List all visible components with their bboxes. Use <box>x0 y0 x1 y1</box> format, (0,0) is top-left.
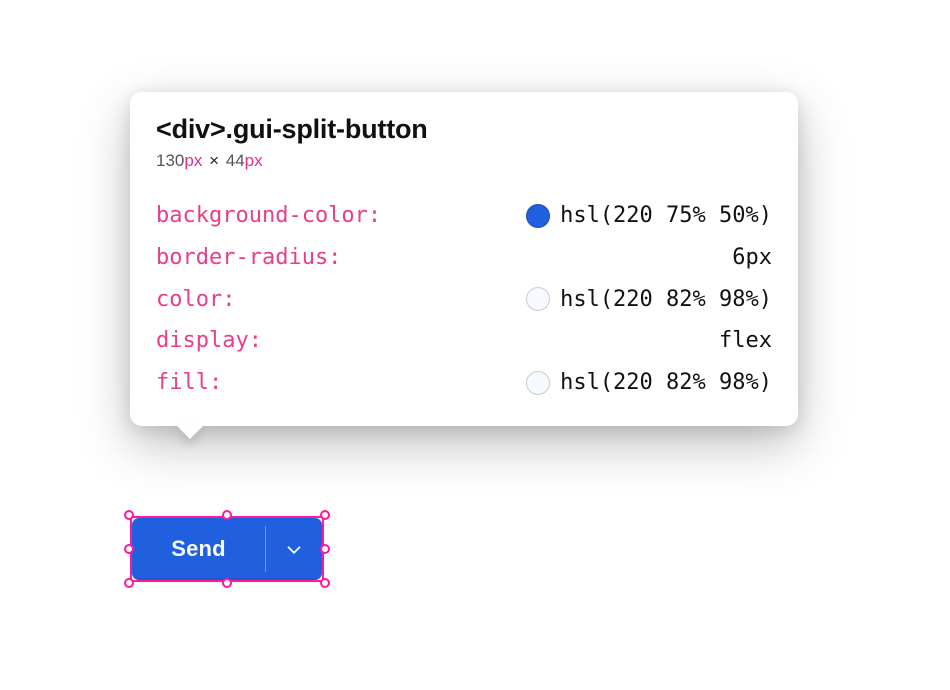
css-prop-value: hsl(220 82% 98%) <box>560 362 772 404</box>
element-class: .gui-split-button <box>226 114 428 144</box>
dim-separator: × <box>209 151 219 170</box>
css-prop-name: fill: <box>156 362 222 404</box>
resize-handle-bottom-right[interactable] <box>320 578 330 588</box>
resize-handle-top-left[interactable] <box>124 510 134 520</box>
css-properties-list: background-color:hsl(220 75% 50%)border-… <box>156 195 772 404</box>
css-property-row: fill: hsl(220 82% 98%) <box>156 362 772 404</box>
resize-handle-top-right[interactable] <box>320 510 330 520</box>
send-button[interactable]: Send <box>132 518 265 580</box>
resize-handle-bottom-left[interactable] <box>124 578 134 588</box>
css-property-row: border-radius: 6px <box>156 237 772 279</box>
css-prop-name: background-color: <box>156 195 381 237</box>
css-prop-value: hsl(220 75% 50%) <box>560 195 772 237</box>
split-button-dropdown[interactable] <box>266 518 322 580</box>
color-swatch <box>526 287 550 311</box>
tooltip-title: <div>.gui-split-button <box>156 114 772 145</box>
css-prop-value: 6px <box>732 237 772 279</box>
dim-width: 130 <box>156 151 184 170</box>
css-prop-name: color: <box>156 279 235 321</box>
element-tag: <div> <box>156 114 226 144</box>
dim-height-unit: px <box>245 151 263 170</box>
css-prop-name: display: <box>156 320 262 362</box>
css-property-row: display: flex <box>156 320 772 362</box>
chevron-down-icon <box>284 539 304 559</box>
selection-overlay: Send <box>130 516 324 582</box>
css-prop-name: border-radius: <box>156 237 341 279</box>
css-property-row: color: hsl(220 82% 98%) <box>156 279 772 321</box>
send-button-label: Send <box>171 536 226 562</box>
color-swatch <box>526 204 550 228</box>
element-dimensions: 130px × 44px <box>156 151 772 171</box>
css-property-row: background-color: hsl(220 75% 50%) <box>156 195 772 237</box>
css-prop-value: hsl(220 82% 98%) <box>560 279 772 321</box>
dim-height: 44 <box>226 151 245 170</box>
color-swatch <box>526 371 550 395</box>
dim-width-unit: px <box>184 151 202 170</box>
element-inspector-tooltip: <div>.gui-split-button 130px × 44px back… <box>130 92 798 426</box>
css-prop-value: flex <box>719 320 772 362</box>
gui-split-button[interactable]: Send <box>132 518 322 580</box>
